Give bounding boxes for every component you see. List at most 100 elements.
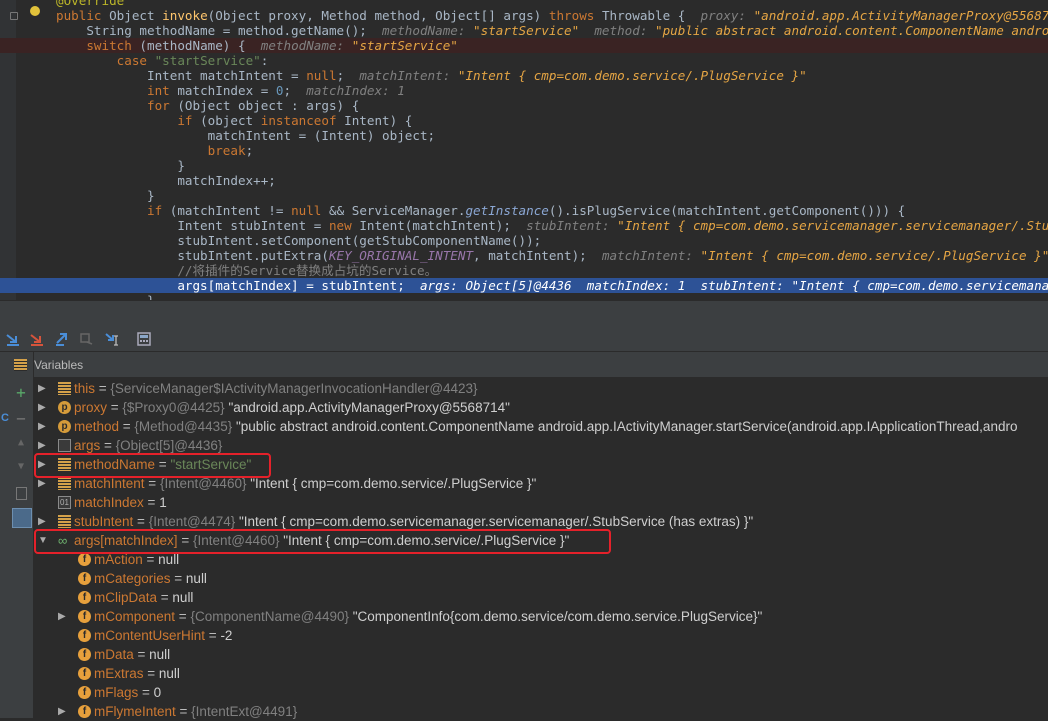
- code-token: "startService": [154, 53, 261, 68]
- variable-ref: {Object[5]@4436}: [115, 438, 223, 453]
- code-line[interactable]: Intent matchIntent = null; matchIntent: …: [0, 68, 1048, 83]
- fold-icon[interactable]: [10, 12, 18, 20]
- code-line[interactable]: break;: [0, 143, 1048, 158]
- variable-ref: {ComponentName@4490}: [190, 609, 353, 624]
- code-text: Intent matchIntent = null; matchIntent: …: [56, 68, 807, 83]
- variable-row[interactable]: f mContentUserHint = -2: [34, 626, 1048, 645]
- code-line[interactable]: matchIntent = (Intent) object;: [0, 128, 1048, 143]
- variable-name: mFlags: [94, 685, 139, 700]
- code-line[interactable]: if (matchIntent != null && ServiceManage…: [0, 203, 1048, 218]
- code-line[interactable]: String methodName = method.getName(); me…: [0, 23, 1048, 38]
- equals-sign: =: [142, 552, 159, 567]
- code-text: //将插件的Service替换成占坑的Service。: [56, 263, 437, 278]
- code-line[interactable]: //将插件的Service替换成占坑的Service。: [0, 263, 1048, 278]
- step-into-icon[interactable]: [28, 330, 46, 348]
- code-line[interactable]: public Object invoke(Object proxy, Metho…: [0, 8, 1048, 23]
- code-line[interactable]: }: [0, 293, 1048, 300]
- code-line[interactable]: int matchIndex = 0; matchIndex: 1: [0, 83, 1048, 98]
- code-line[interactable]: if (object instanceof Intent) {: [0, 113, 1048, 128]
- run-to-cursor-icon[interactable]: [103, 330, 121, 348]
- variable-row[interactable]: f mExtras = null: [34, 664, 1048, 683]
- remove-watch-icon[interactable]: −: [12, 410, 30, 428]
- expand-arrow-icon[interactable]: ▶: [38, 417, 48, 436]
- expand-arrow-icon[interactable]: ▶: [38, 398, 48, 417]
- code-line[interactable]: for (Object object : args) {: [0, 98, 1048, 113]
- code-text: }: [56, 293, 155, 300]
- code-text: stubIntent.setComponent(getStubComponent…: [56, 233, 541, 248]
- variable-text: mData = null: [94, 645, 170, 664]
- code-token: getInstance: [465, 203, 549, 218]
- variable-row[interactable]: ▶ p proxy = {$Proxy0@4425} "android.app.Ac…: [34, 398, 1048, 417]
- variable-name: proxy: [74, 400, 108, 415]
- current-execution-line[interactable]: args[matchIndex] = stubIntent; args: Obj…: [0, 278, 1048, 293]
- code-token: matchIndex =: [177, 83, 276, 98]
- variable-row[interactable]: ▶ p method = {Method@4435} "public abstrac…: [34, 417, 1048, 436]
- code-line[interactable]: }: [0, 188, 1048, 203]
- code-text: switch (methodName) { methodName: "start…: [56, 38, 458, 53]
- code-line[interactable]: stubIntent.putExtra(KEY_ORIGINAL_INTENT,…: [0, 248, 1048, 263]
- code-token: Intent matchIntent =: [56, 68, 307, 83]
- step-out-icon[interactable]: [53, 330, 71, 348]
- step-over-icon[interactable]: [4, 330, 22, 348]
- field-icon: f: [78, 553, 91, 566]
- equals-sign: =: [133, 514, 149, 529]
- expand-arrow-icon[interactable]: ▶: [58, 607, 68, 626]
- variable-text: this = {ServiceManager$IActivityManagerI…: [74, 379, 478, 398]
- code-token: 0: [275, 83, 284, 98]
- variable-value: null: [158, 552, 180, 567]
- copy-icon[interactable]: [12, 484, 30, 502]
- code-line[interactable]: }: [0, 158, 1048, 173]
- watches-icon[interactable]: [12, 508, 32, 528]
- equals-sign: =: [143, 666, 159, 681]
- code-line[interactable]: matchIndex++;: [0, 173, 1048, 188]
- field-icon: f: [78, 667, 91, 680]
- add-watch-icon[interactable]: +: [12, 384, 30, 402]
- inline-debug-value: "Intent { cmp=com.demo.servicemanager.se…: [617, 218, 1048, 233]
- variable-name: mAction: [94, 552, 143, 567]
- code-text: public Object invoke(Object proxy, Metho…: [56, 8, 1048, 23]
- variable-text: mClipData = null: [94, 588, 193, 607]
- variable-row[interactable]: ▶ this = {ServiceManager$IActivityManager…: [34, 379, 1048, 398]
- expand-arrow-icon[interactable]: ▶: [38, 379, 48, 398]
- editor-panel-divider[interactable]: [0, 300, 1048, 327]
- highlight-box-methodname: [34, 453, 271, 478]
- equals-sign: =: [107, 400, 123, 415]
- variable-row[interactable]: 01 matchIndex = 1: [34, 493, 1048, 512]
- code-line[interactable]: case "startService":: [0, 53, 1048, 68]
- drop-frame-icon[interactable]: [78, 330, 96, 348]
- breakpoint-hint-icon[interactable]: [30, 6, 40, 16]
- inline-debug-value: method:: [579, 23, 656, 38]
- field-icon: f: [78, 705, 91, 718]
- variable-row[interactable]: f mClipData = null: [34, 588, 1048, 607]
- expand-arrow-icon[interactable]: ▶: [58, 702, 68, 721]
- variable-row[interactable]: ▶ f mFlymeIntent = {IntentExt@4491}: [34, 702, 1048, 721]
- move-down-icon[interactable]: ▼: [12, 458, 30, 476]
- code-token: ().isPlugService(matchIntent.getComponen…: [548, 203, 906, 218]
- variable-value: null: [172, 590, 194, 605]
- primitive-icon: 01: [58, 496, 71, 509]
- code-token: stubIntent.setComponent(getStubComponent…: [56, 233, 542, 248]
- code-token: (matchIntent !=: [169, 203, 292, 218]
- equals-sign: =: [205, 628, 221, 643]
- code-editor[interactable]: @Override public Object invoke(Object pro…: [0, 0, 1048, 300]
- code-line[interactable]: Intent stubIntent = new Intent(matchInte…: [0, 218, 1048, 233]
- evaluate-icon[interactable]: [135, 330, 153, 348]
- code-token: ;: [336, 68, 360, 83]
- code-text: Intent stubIntent = new Intent(matchInte…: [56, 218, 1048, 233]
- equals-sign: =: [133, 647, 150, 662]
- code-token: case: [56, 53, 155, 68]
- variable-row[interactable]: f mData = null: [34, 645, 1048, 664]
- code-token: }: [56, 158, 185, 173]
- code-token: stubIntent.putExtra(: [56, 248, 329, 263]
- variable-ref: {$Proxy0@4425}: [122, 400, 229, 415]
- variable-row[interactable]: f mCategories = null: [34, 569, 1048, 588]
- equals-sign: =: [144, 476, 160, 491]
- move-up-icon[interactable]: ▲: [12, 434, 30, 452]
- code-line[interactable]: @Override: [0, 0, 1048, 8]
- variable-row[interactable]: ▶ f mComponent = {ComponentName@4490} "Com…: [34, 607, 1048, 626]
- variable-text: proxy = {$Proxy0@4425} "android.app.Acti…: [74, 398, 510, 417]
- variable-row[interactable]: f mFlags = 0: [34, 683, 1048, 702]
- code-line[interactable]: stubIntent.setComponent(getStubComponent…: [0, 233, 1048, 248]
- inline-debug-value: args: Object[5]@4436 matchIndex: 1 stubI…: [419, 278, 1048, 293]
- code-line[interactable]: switch (methodName) { methodName: "start…: [0, 38, 1048, 53]
